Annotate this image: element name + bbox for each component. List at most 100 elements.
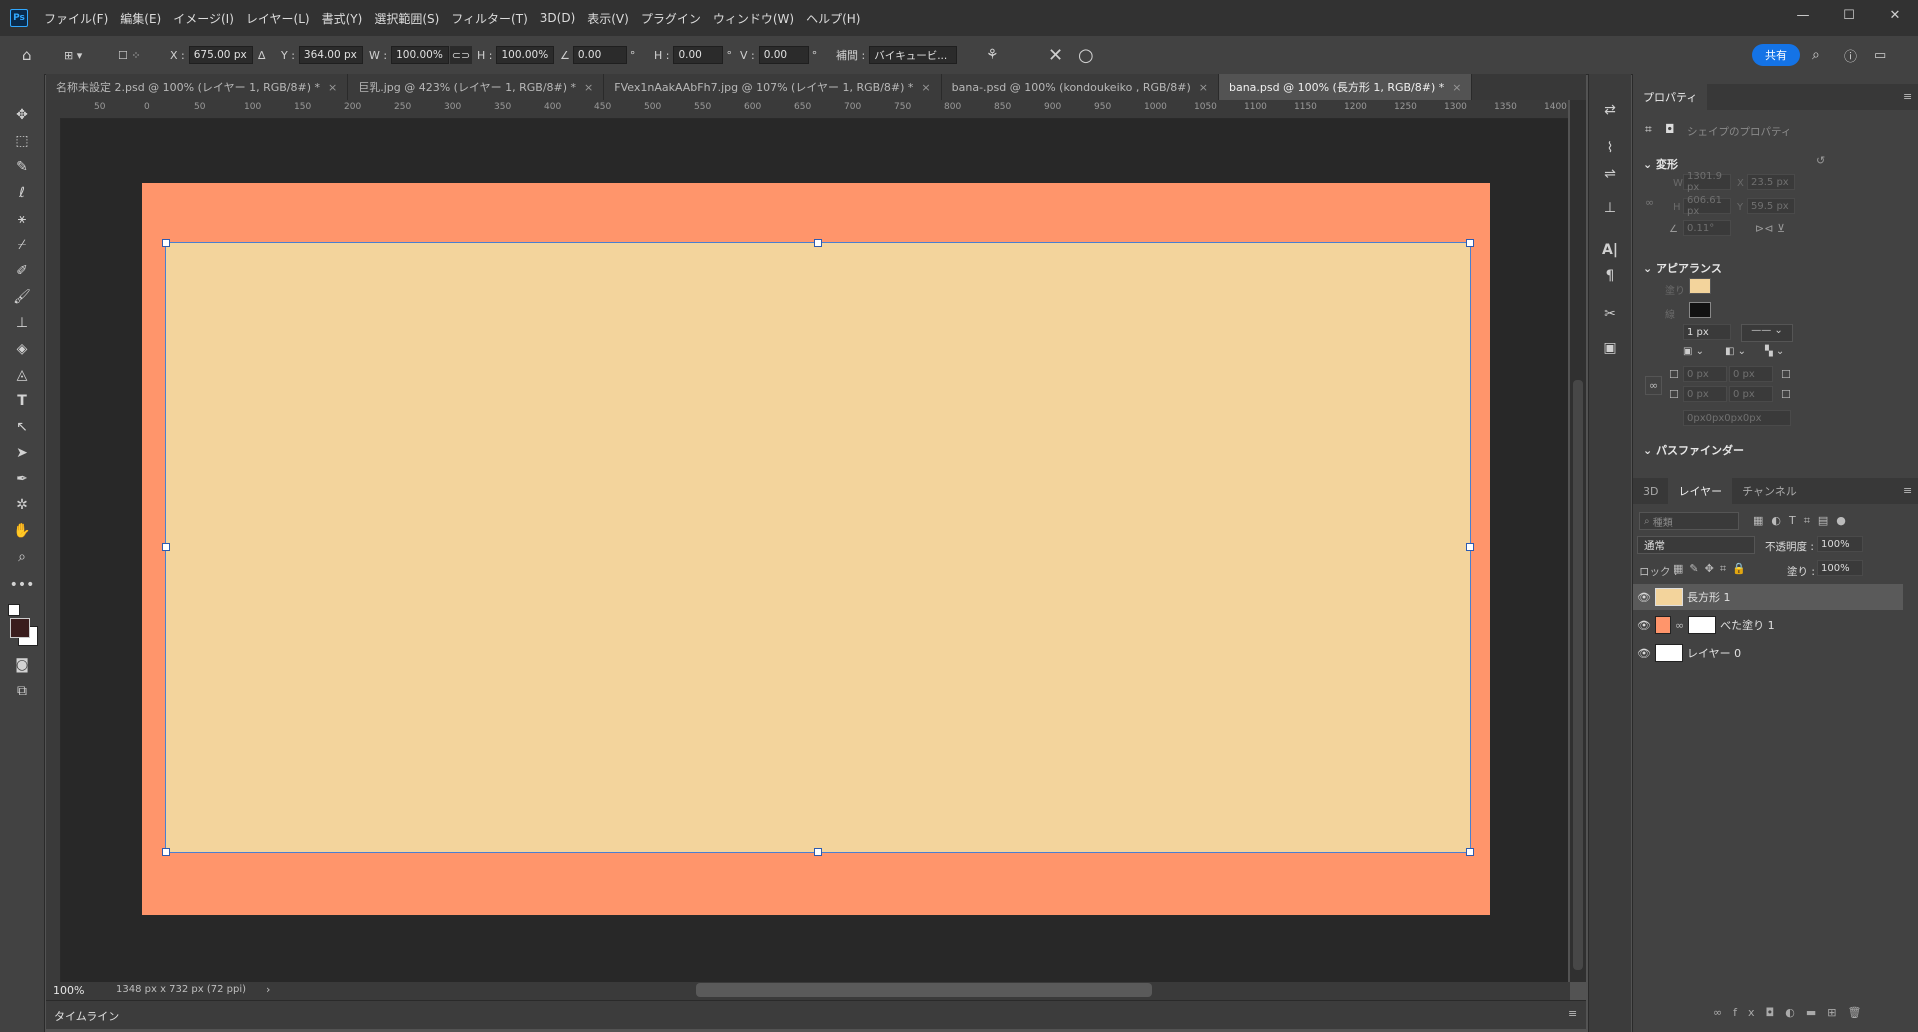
- warp-icon[interactable]: ⚘: [986, 46, 999, 64]
- pathfinder-section-title[interactable]: ⌄ パスファインダー: [1643, 442, 1744, 458]
- foreground-color-swatch[interactable]: [10, 618, 30, 638]
- tools-icon[interactable]: ✂: [1600, 304, 1620, 324]
- close-tab-icon[interactable]: ×: [328, 81, 337, 94]
- transform-handle-top[interactable]: [814, 239, 822, 247]
- tab-document-1[interactable]: 名称未設定 2.psd @ 100% (レイヤー 1, RGB/8#) * ×: [46, 74, 349, 100]
- lasso-tool-icon[interactable]: ℓ: [10, 182, 34, 204]
- layer-row[interactable]: 👁 長方形 1: [1633, 584, 1903, 610]
- menu-help[interactable]: ヘルプ(H): [800, 10, 866, 27]
- eyedropper-tool-icon[interactable]: ⌿: [10, 234, 34, 256]
- eraser-tool-icon[interactable]: ◈: [10, 338, 34, 360]
- paragraph-icon[interactable]: ¶: [1600, 266, 1620, 286]
- menu-image[interactable]: イメージ(I): [167, 10, 240, 27]
- angle-input[interactable]: 0.00: [572, 46, 627, 64]
- maximize-button[interactable]: ☐: [1826, 0, 1872, 30]
- clone-source-icon[interactable]: ⊥: [1600, 198, 1620, 218]
- transform-handle-bottom[interactable]: [814, 848, 822, 856]
- menu-type[interactable]: 書式(Y): [316, 10, 369, 27]
- reset-icon[interactable]: ↺: [1816, 154, 1825, 167]
- path-select-tool-icon[interactable]: ↖: [10, 416, 34, 438]
- menu-select[interactable]: 選択範囲(S): [368, 10, 445, 27]
- tab-layers[interactable]: レイヤー: [1668, 478, 1733, 504]
- menu-layer[interactable]: レイヤー(L): [240, 10, 316, 27]
- link-corners-icon[interactable]: ∞: [1645, 376, 1663, 395]
- layer-row[interactable]: 👁 レイヤー 0: [1633, 640, 1903, 666]
- corner-radius-tl[interactable]: 0 px: [1683, 366, 1727, 382]
- shape-tool-icon[interactable]: ✲: [10, 494, 34, 516]
- brush-select-tool-icon[interactable]: ✎: [10, 156, 34, 178]
- transform-handle-top-left[interactable]: [162, 239, 170, 247]
- stroke-cap-select[interactable]: ◧ ⌄: [1725, 346, 1755, 360]
- default-colors-icon[interactable]: [8, 604, 20, 616]
- visibility-eye-icon[interactable]: 👁: [1633, 591, 1655, 604]
- visibility-eye-icon[interactable]: 👁: [1633, 619, 1655, 632]
- commit-transform-button[interactable]: ○: [1078, 45, 1094, 66]
- lock-icons[interactable]: ▦✎✥⌗🔒: [1673, 562, 1752, 576]
- y-input[interactable]: 364.00 px: [298, 46, 363, 64]
- magic-wand-tool-icon[interactable]: ⚹: [10, 208, 34, 230]
- reference-point-checkbox[interactable]: ☐ ⁘: [118, 46, 141, 64]
- corner-radius-all[interactable]: 0px0px0px0px: [1683, 410, 1791, 426]
- tab-document-3[interactable]: FVex1nAakAAbFh7.jpg @ 107% (レイヤー 1, RGB/…: [604, 74, 942, 100]
- flip-horizontal-icon[interactable]: ⊳⊲: [1755, 222, 1773, 235]
- shape-y-input[interactable]: 59.5 px: [1747, 198, 1795, 214]
- shape-angle-input[interactable]: 0.11°: [1683, 220, 1731, 236]
- move-tool-icon[interactable]: ✥: [10, 104, 34, 126]
- minimize-button[interactable]: —: [1780, 0, 1826, 30]
- share-button[interactable]: 共有: [1752, 44, 1800, 66]
- photoshop-logo-icon[interactable]: Ps: [10, 9, 28, 27]
- relative-position-icon[interactable]: ∆: [258, 46, 265, 64]
- stroke-color-swatch[interactable]: [1689, 302, 1711, 318]
- opacity-input[interactable]: 100%: [1817, 536, 1863, 552]
- transform-handle-right[interactable]: [1466, 543, 1474, 551]
- tab-channels[interactable]: チャンネル: [1732, 478, 1807, 504]
- healing-tool-icon[interactable]: ✐: [10, 260, 34, 282]
- transform-reference-icon[interactable]: ⊞ ▾: [64, 46, 82, 64]
- screen-mode-icon[interactable]: ⧉: [10, 680, 34, 702]
- help-icon[interactable]: ⓘ: [1844, 46, 1857, 65]
- more-tools-icon[interactable]: •••: [10, 574, 35, 596]
- cancel-transform-button[interactable]: ✕: [1048, 45, 1063, 66]
- menu-3d[interactable]: 3D(D): [534, 11, 581, 25]
- chain-icon[interactable]: ∞: [1645, 196, 1654, 209]
- type-tool-icon[interactable]: T: [10, 390, 34, 412]
- marquee-tool-icon[interactable]: ⬚: [10, 130, 34, 152]
- brush-tool-icon[interactable]: 🖌: [10, 286, 34, 308]
- horizontal-scroll-thumb[interactable]: [696, 983, 1152, 997]
- panel-menu-icon[interactable]: ≡: [1568, 1007, 1577, 1020]
- stroke-style-select[interactable]: —— ⌄: [1741, 324, 1793, 342]
- transform-handle-bottom-left[interactable]: [162, 848, 170, 856]
- fill-tool-icon[interactable]: ◬: [10, 364, 34, 386]
- pen-tool-icon[interactable]: ✒: [10, 468, 34, 490]
- layers-menu-icon[interactable]: ≡: [1903, 484, 1912, 497]
- stroke-align-select[interactable]: ▣ ⌄: [1683, 346, 1713, 360]
- direct-select-tool-icon[interactable]: ➤: [10, 442, 34, 464]
- menu-plugins[interactable]: プラグイン: [635, 10, 707, 27]
- shape-width-input[interactable]: 1301.9 px: [1683, 171, 1731, 193]
- tab-document-5-active[interactable]: bana.psd @ 100% (長方形 1, RGB/8#) * ×: [1218, 74, 1473, 100]
- transform-handle-top-right[interactable]: [1466, 239, 1474, 247]
- x-input[interactable]: 675.00 px: [188, 46, 253, 64]
- zoom-tool-icon[interactable]: ⌕: [10, 546, 34, 568]
- layer-filter-icons[interactable]: ▦◐T⌗▤●: [1753, 514, 1854, 528]
- home-icon[interactable]: ⌂: [22, 46, 32, 64]
- properties-menu-icon[interactable]: ≡: [1903, 90, 1912, 103]
- hand-tool-icon[interactable]: ✋: [10, 520, 34, 542]
- shape-height-input[interactable]: 606.61 px: [1683, 195, 1731, 217]
- transform-handle-left[interactable]: [162, 543, 170, 551]
- libraries-icon[interactable]: ▣: [1600, 338, 1620, 358]
- hskew-input[interactable]: 0.00: [673, 46, 724, 64]
- menu-edit[interactable]: 編集(E): [114, 10, 167, 27]
- transform-section-title[interactable]: ⌄ 変形: [1643, 156, 1678, 172]
- close-tab-icon[interactable]: ×: [921, 81, 930, 94]
- quick-mask-icon[interactable]: ◙: [10, 654, 34, 676]
- menu-file[interactable]: ファイル(F): [38, 10, 114, 27]
- zoom-level[interactable]: 100%: [53, 984, 84, 997]
- close-tab-icon[interactable]: ×: [584, 81, 593, 94]
- menu-view[interactable]: 表示(V): [581, 10, 635, 27]
- vskew-input[interactable]: 0.00: [758, 46, 809, 64]
- close-tab-icon[interactable]: ×: [1199, 81, 1208, 94]
- layer-filter-select[interactable]: ⌕ 種類: [1639, 512, 1739, 530]
- layers-footer-icons[interactable]: ∞fx◘◐▬⊞🗑: [1713, 1006, 1872, 1019]
- stroke-corner-select[interactable]: ▚ ⌄: [1765, 346, 1795, 360]
